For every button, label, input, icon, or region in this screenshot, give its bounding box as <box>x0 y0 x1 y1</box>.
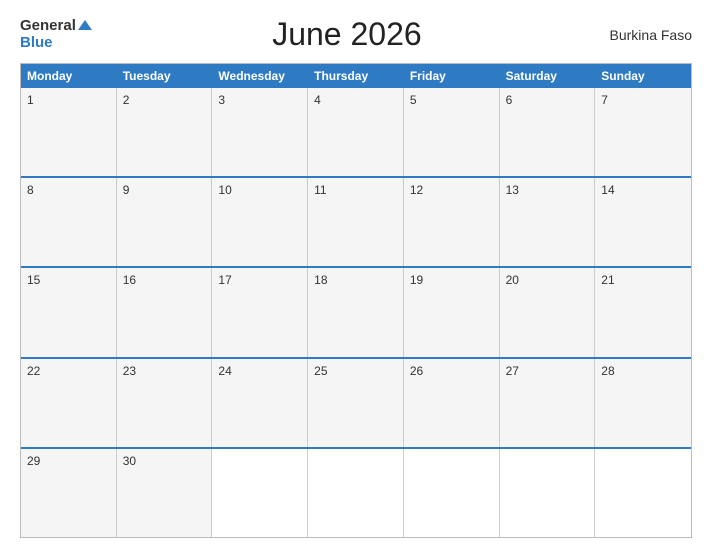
day-number: 28 <box>601 364 685 378</box>
week-row-5: 29 30 <box>21 447 691 537</box>
day-number: 15 <box>27 273 110 287</box>
day-number: 14 <box>601 183 685 197</box>
day-number: 26 <box>410 364 493 378</box>
day-cell: 21 <box>595 268 691 356</box>
day-cell: 1 <box>21 88 117 176</box>
day-cell: 10 <box>212 178 308 266</box>
day-number: 5 <box>410 93 493 107</box>
day-cell: 24 <box>212 359 308 447</box>
calendar-grid: Monday Tuesday Wednesday Thursday Friday… <box>20 63 692 538</box>
day-cell: 22 <box>21 359 117 447</box>
day-cell: 4 <box>308 88 404 176</box>
day-cell: 5 <box>404 88 500 176</box>
calendar-container: General Blue June 2026 Burkina Faso Mond… <box>0 0 712 550</box>
logo-general-text: General <box>20 18 76 35</box>
week-row-3: 15 16 17 18 19 20 21 <box>21 266 691 356</box>
header-tuesday: Tuesday <box>117 64 213 88</box>
day-cell: 19 <box>404 268 500 356</box>
country-label: Burkina Faso <box>602 27 692 43</box>
day-number: 9 <box>123 183 206 197</box>
calendar-header: General Blue June 2026 Burkina Faso <box>20 16 692 53</box>
day-cell: 13 <box>500 178 596 266</box>
header-friday: Friday <box>404 64 500 88</box>
day-number: 1 <box>27 93 110 107</box>
day-number: 6 <box>506 93 589 107</box>
day-cell <box>500 449 596 537</box>
day-number: 16 <box>123 273 206 287</box>
day-number: 13 <box>506 183 589 197</box>
day-cell: 9 <box>117 178 213 266</box>
week-row-1: 1234567 <box>21 88 691 176</box>
day-cell: 14 <box>595 178 691 266</box>
day-cell: 7 <box>595 88 691 176</box>
logo-triangle-icon <box>78 20 92 30</box>
day-number: 17 <box>218 273 301 287</box>
day-cell: 16 <box>117 268 213 356</box>
day-number: 10 <box>218 183 301 197</box>
day-cell <box>212 449 308 537</box>
day-cell: 6 <box>500 88 596 176</box>
day-number: 22 <box>27 364 110 378</box>
day-number: 19 <box>410 273 493 287</box>
day-cell: 2 <box>117 88 213 176</box>
day-cell: 8 <box>21 178 117 266</box>
day-cell <box>404 449 500 537</box>
day-cell: 30 <box>117 449 213 537</box>
header-saturday: Saturday <box>500 64 596 88</box>
day-headers: Monday Tuesday Wednesday Thursday Friday… <box>21 64 691 88</box>
day-number: 12 <box>410 183 493 197</box>
day-number: 20 <box>506 273 589 287</box>
day-cell: 25 <box>308 359 404 447</box>
day-cell: 23 <box>117 359 213 447</box>
day-cell: 28 <box>595 359 691 447</box>
day-number: 29 <box>27 454 110 468</box>
day-cell: 15 <box>21 268 117 356</box>
day-number: 24 <box>218 364 301 378</box>
day-cell: 20 <box>500 268 596 356</box>
day-number: 18 <box>314 273 397 287</box>
day-cell: 27 <box>500 359 596 447</box>
day-cell: 29 <box>21 449 117 537</box>
week-row-4: 22 23 24 25 26 27 28 <box>21 357 691 447</box>
month-title: June 2026 <box>92 16 602 53</box>
header-monday: Monday <box>21 64 117 88</box>
header-wednesday: Wednesday <box>212 64 308 88</box>
day-cell: 17 <box>212 268 308 356</box>
day-cell: 26 <box>404 359 500 447</box>
day-number: 25 <box>314 364 397 378</box>
day-number: 4 <box>314 93 397 107</box>
logo-blue-text: Blue <box>20 35 53 52</box>
day-number: 2 <box>123 93 206 107</box>
day-cell <box>595 449 691 537</box>
logo: General Blue <box>20 18 92 51</box>
day-number: 8 <box>27 183 110 197</box>
day-cell <box>308 449 404 537</box>
day-cell: 12 <box>404 178 500 266</box>
header-sunday: Sunday <box>595 64 691 88</box>
day-cell: 18 <box>308 268 404 356</box>
day-number: 7 <box>601 93 685 107</box>
day-cell: 3 <box>212 88 308 176</box>
day-number: 3 <box>218 93 301 107</box>
day-number: 11 <box>314 183 397 197</box>
day-number: 21 <box>601 273 685 287</box>
day-number: 23 <box>123 364 206 378</box>
day-number: 27 <box>506 364 589 378</box>
day-cell: 11 <box>308 178 404 266</box>
day-number: 30 <box>123 454 206 468</box>
weeks: 1234567891011121314151617181920212223242… <box>21 88 691 537</box>
week-row-2: 89 10 11 12 13 14 <box>21 176 691 266</box>
header-thursday: Thursday <box>308 64 404 88</box>
